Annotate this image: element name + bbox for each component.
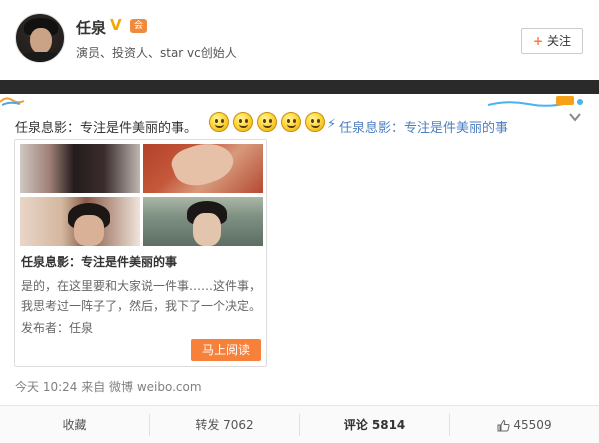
swimmer-decoration-icon — [0, 97, 25, 106]
article-link[interactable]: 任泉息影：专注是件美丽的事 — [339, 117, 508, 136]
verified-icon[interactable]: V — [110, 16, 122, 34]
plus-icon: + — [532, 34, 544, 48]
article-publisher: 发布者：任泉 — [21, 321, 94, 335]
header-divider — [0, 80, 599, 94]
avatar[interactable] — [15, 13, 65, 63]
post-text: 任泉息影：专注是件美丽的事。 — [15, 121, 198, 136]
profile-bio: 演员、投资人、star vc创始人 — [76, 46, 237, 60]
favorite-button[interactable]: 收藏 — [0, 406, 149, 443]
like-button[interactable]: 45509 — [450, 406, 599, 443]
article-card[interactable]: 任泉息影：专注是件美丽的事 是的，在这里要和大家说一件事……这件事，我思考过一阵… — [14, 139, 267, 367]
water-decoration-icon — [488, 96, 583, 107]
post-timestamp[interactable]: 今天 10:24 来自 微博 weibo.com — [15, 378, 202, 395]
article-photo — [143, 144, 263, 193]
lightning-icon[interactable]: ⚡ — [327, 117, 336, 132]
chevron-down-icon[interactable] — [568, 110, 582, 124]
smile-emoji-icon — [233, 112, 253, 132]
follow-button[interactable]: + 关注 — [521, 28, 583, 54]
article-title[interactable]: 任泉息影：专注是件美丽的事 — [21, 253, 177, 270]
profile-header: 任泉 V 会 演员、投资人、star vc创始人 + 关注 — [0, 0, 599, 80]
article-summary: 是的，在这里要和大家说一件事……这件事，我思考过一阵子了，然后，我下了一个决定。 — [21, 279, 262, 313]
follow-label: 关注 — [547, 34, 572, 48]
smile-emoji-icon — [209, 112, 229, 132]
article-photo — [20, 197, 140, 246]
action-bar: 收藏 转发 7062 评论 5814 45509 — [0, 405, 599, 443]
like-count: 45509 — [513, 418, 552, 432]
comment-button[interactable]: 评论 5814 — [300, 406, 449, 443]
emoji-row — [209, 112, 329, 134]
read-now-button[interactable]: 马上阅读 — [191, 339, 261, 361]
article-photo — [20, 144, 140, 193]
smile-emoji-icon — [257, 112, 277, 132]
vip-badge-icon[interactable]: 会 — [130, 19, 147, 33]
thumbs-up-icon — [497, 419, 510, 432]
smile-emoji-icon — [281, 112, 301, 132]
article-photo — [143, 197, 263, 246]
smile-emoji-icon — [305, 112, 325, 132]
repost-button[interactable]: 转发 7062 — [150, 406, 299, 443]
profile-name[interactable]: 任泉 — [76, 17, 106, 38]
